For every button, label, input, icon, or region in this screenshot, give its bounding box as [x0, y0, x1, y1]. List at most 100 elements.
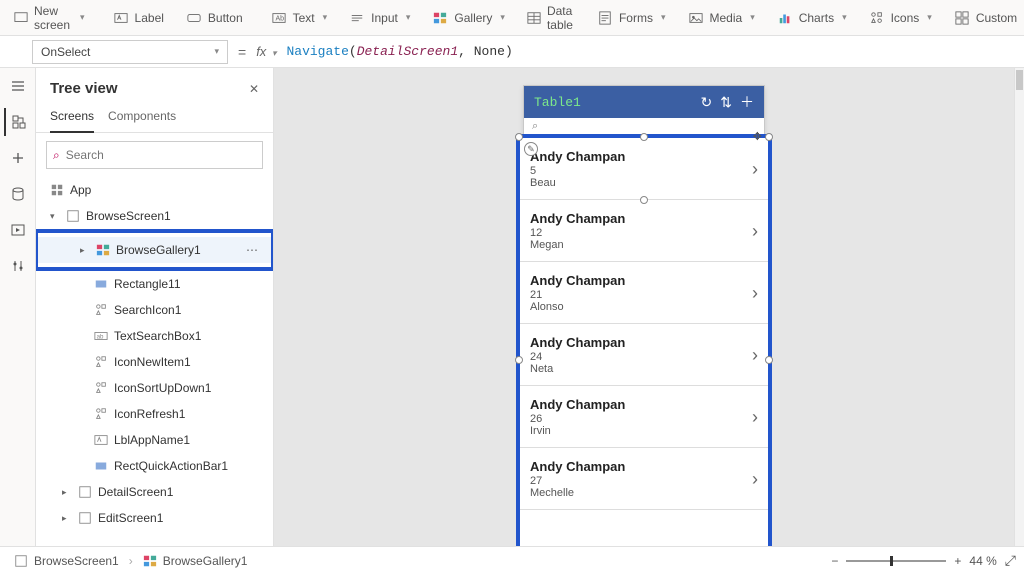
breadcrumb-item[interactable]: BrowseScreen1 [34, 554, 119, 568]
app-title: Table1 [534, 95, 693, 110]
chevron-right-icon[interactable]: › [752, 159, 758, 180]
tree-item-detailscreen[interactable]: ▸ DetailScreen1 [36, 479, 273, 505]
chevron-right-icon[interactable]: › [752, 345, 758, 366]
tree-search-input[interactable] [66, 148, 256, 162]
ribbon-gallery[interactable]: Gallery▾ [422, 4, 515, 32]
tree-item-browsescreen[interactable]: ▾ BrowseScreen1 [36, 203, 273, 229]
property-selector[interactable]: OnSelect ▾ [32, 40, 228, 64]
canvas[interactable]: Table1 ↻ ⇅ ＋ ⌕ ✥ ✎ [274, 68, 1014, 546]
refresh-icon[interactable]: ↻ [701, 94, 713, 111]
formula-input[interactable]: Navigate(DetailScreen1, None) [280, 44, 1020, 59]
chart-icon [777, 10, 793, 26]
ribbon-toolbar: New screen▾ Label Button Ab Text▾ Input▾… [0, 0, 1024, 36]
gallery-item-sub2: Beau [530, 177, 752, 189]
tree-view-title: Tree view [50, 80, 118, 97]
chevron-down-icon: ▾ [214, 46, 219, 57]
gallery-item-sub2: Megan [530, 239, 752, 251]
gallery-item-sub2: Mechelle [530, 487, 752, 499]
ribbon-new-screen[interactable]: New screen▾ [4, 4, 95, 32]
svg-text:Ab: Ab [275, 15, 284, 22]
chevron-down-icon: ▾ [661, 12, 666, 23]
chevron-right-icon[interactable]: › [752, 469, 758, 490]
tree-item-iconrefresh[interactable]: IconRefresh1 [36, 401, 273, 427]
tree-item-iconnewitem[interactable]: IconNewItem1 [36, 349, 273, 375]
gallery-selection[interactable]: ✥ ✎ Andy Champan 5 Beau › Andy Champan 1… [516, 134, 772, 546]
label-icon [94, 433, 108, 447]
zoom-in-button[interactable]: + [954, 554, 961, 568]
gallery-item[interactable]: ✎ Andy Champan 5 Beau › [520, 138, 768, 200]
tree-item-searchicon1[interactable]: SearchIcon1 [36, 297, 273, 323]
gallery-item-title: Andy Champan [530, 459, 752, 474]
rail-insert[interactable] [4, 144, 32, 172]
tree-item-app[interactable]: App [36, 177, 273, 203]
tab-screens[interactable]: Screens [50, 103, 94, 133]
gallery-item-title: Andy Champan [530, 211, 752, 226]
tree-item-textsearchbox[interactable]: ab TextSearchBox1 [36, 323, 273, 349]
custom-icon [954, 10, 970, 26]
ribbon-custom[interactable]: Custom [944, 4, 1024, 32]
ribbon-media[interactable]: Media▾ [678, 4, 765, 32]
status-bar: BrowseScreen1 › BrowseGallery1 − + 44 % … [0, 546, 1024, 574]
chevron-down-icon: ▾ [272, 48, 277, 58]
gallery-item-title: Andy Champan [530, 149, 752, 164]
search-icon: ⌕ [532, 120, 538, 133]
zoom-out-button[interactable]: − [831, 554, 838, 568]
gallery-item[interactable]: Andy Champan 21 Alonso › [520, 262, 768, 324]
tab-components[interactable]: Components [108, 103, 176, 132]
gallery-item[interactable]: Andy Champan 27 Mechelle › [520, 448, 768, 510]
screen-icon [66, 209, 80, 223]
ribbon-forms[interactable]: Forms▾ [587, 4, 676, 32]
ribbon-input[interactable]: Input▾ [339, 4, 420, 32]
form-icon [597, 10, 613, 26]
rectangle-icon [94, 459, 108, 473]
zoom-slider[interactable] [846, 560, 946, 562]
zoom-slider-handle[interactable] [890, 556, 893, 566]
gallery-item-sub1: 5 [530, 165, 752, 177]
left-rail [0, 68, 36, 546]
breadcrumb-item[interactable]: BrowseGallery1 [163, 554, 248, 568]
canvas-scrollbar[interactable] [1014, 68, 1024, 546]
gallery-item[interactable]: Andy Champan 24 Neta › [520, 324, 768, 386]
plus-icon[interactable]: ＋ [740, 92, 754, 112]
tree-item-rectquickaction[interactable]: RectQuickActionBar1 [36, 453, 273, 479]
screen-icon [78, 485, 92, 499]
text-icon: Ab [271, 10, 287, 26]
scrollbar-thumb[interactable] [1016, 70, 1023, 90]
icon-control-icon [94, 355, 108, 369]
ribbon-text[interactable]: Ab Text▾ [261, 4, 338, 32]
chevron-right-icon[interactable]: › [752, 283, 758, 304]
ribbon-button[interactable]: Button [176, 4, 253, 32]
button-icon [186, 10, 202, 26]
ribbon-label[interactable]: Label [103, 4, 174, 32]
gallery-item-sub1: 21 [530, 289, 752, 301]
formula-bar: OnSelect ▾ = fx ▾ Navigate(DetailScreen1… [0, 36, 1024, 68]
gallery-item[interactable]: Andy Champan 12 Megan › [520, 200, 768, 262]
fit-to-screen-icon[interactable]: ⤢ [1005, 552, 1016, 569]
tree-item-browsegallery[interactable]: ▸ BrowseGallery1 ⋯ [38, 237, 271, 263]
tree-item-editscreen[interactable]: ▸ EditScreen1 [36, 505, 273, 531]
rail-tree-view[interactable] [4, 108, 32, 136]
tree-item-iconsort[interactable]: IconSortUpDown1 [36, 375, 273, 401]
chevron-down-icon: ▾ [927, 12, 932, 23]
ribbon-icons[interactable]: Icons▾ [859, 4, 942, 32]
media-icon [688, 10, 704, 26]
gallery-item-title: Andy Champan [530, 273, 752, 288]
ribbon-datatable[interactable]: Data table [517, 4, 585, 32]
sort-icon[interactable]: ⇅ [720, 94, 732, 111]
rail-hamburger[interactable] [4, 72, 32, 100]
close-icon[interactable]: ✕ [249, 82, 259, 96]
rail-media[interactable] [4, 216, 32, 244]
tree-item-lblappname[interactable]: LblAppName1 [36, 427, 273, 453]
gallery-item[interactable]: Andy Champan 26 Irvin › [520, 386, 768, 448]
icon-control-icon [94, 381, 108, 395]
gallery-item-sub1: 27 [530, 475, 752, 487]
chevron-right-icon[interactable]: › [752, 407, 758, 428]
ribbon-charts[interactable]: Charts▾ [767, 4, 857, 32]
tree-search[interactable]: ⌕ [46, 141, 263, 169]
tree-item-rectangle11[interactable]: Rectangle11 [36, 271, 273, 297]
chevron-right-icon[interactable]: › [752, 221, 758, 242]
more-icon[interactable]: ⋯ [246, 243, 259, 257]
rail-data[interactable] [4, 180, 32, 208]
rail-advanced[interactable] [4, 252, 32, 280]
gallery-item-sub1: 12 [530, 227, 752, 239]
